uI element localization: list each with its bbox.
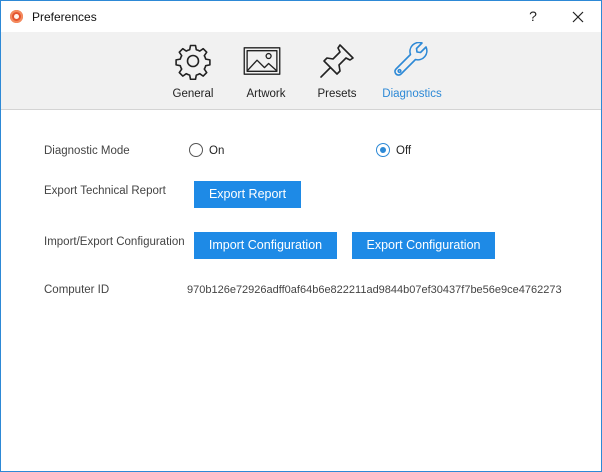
export-report-button[interactable]: Export Report [194,181,301,208]
wrench-icon [394,42,428,76]
tab-presets-label: Presets [317,88,357,100]
diagnostic-mode-label: Diagnostic Mode [44,145,130,157]
computer-id-value: 970b126e72926adff0af64b6e822211ad9844b07… [187,284,562,296]
import-configuration-button[interactable]: Import Configuration [194,232,337,259]
tab-general-label: General [172,88,214,100]
close-button[interactable] [565,5,591,29]
tab-diagnostics[interactable]: Diagnostics [377,32,447,109]
diagnostic-mode-on-label: On [209,145,225,157]
tab-diagnostics-label: Diagnostics [382,88,442,100]
diagnostic-mode-on-radio[interactable] [189,143,203,157]
computer-id-label: Computer ID [44,284,110,296]
configuration-label: Import/Export Configuration [44,236,185,248]
diagnostic-mode-off-radio[interactable] [376,143,390,157]
tab-artwork[interactable]: Artwork [237,32,295,109]
preferences-toolbar: General Artwork Presets Diagnostics [1,32,601,110]
pushpin-icon [320,44,354,78]
gear-icon [175,44,211,80]
tab-presets[interactable]: Presets [308,32,366,109]
diagnostic-mode-off-label: Off [396,145,412,157]
export-configuration-button[interactable]: Export Configuration [352,232,495,259]
window-title: Preferences [32,10,97,24]
app-icon [10,10,23,23]
tab-artwork-label: Artwork [246,88,286,100]
export-report-label: Export Technical Report [44,185,166,197]
preferences-window: Preferences ? General Artwork Presets Di… [0,0,602,472]
image-icon [243,47,281,75]
close-icon [572,11,584,23]
help-button[interactable]: ? [520,4,546,29]
tab-general[interactable]: General [164,32,222,109]
title-bar: Preferences ? [1,1,601,32]
